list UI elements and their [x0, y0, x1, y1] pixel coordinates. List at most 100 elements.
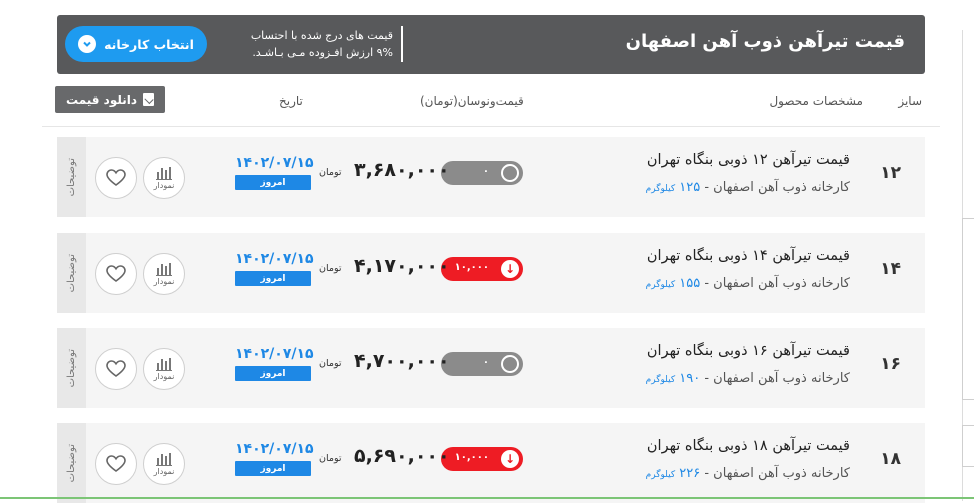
- row-weight-unit: کیلوگرم: [645, 470, 676, 480]
- chevron-down-icon: [78, 35, 97, 53]
- row-weight: ۲۲۶: [679, 466, 701, 481]
- row-price: ۵,۶۹۰,۰۰۰: [354, 445, 450, 467]
- circle-icon: [501, 355, 519, 373]
- row-weight-unit: کیلوگرم: [645, 375, 676, 385]
- favorite-button[interactable]: [95, 157, 137, 199]
- circle-icon: [501, 164, 519, 182]
- bottom-accent-line: [0, 497, 974, 499]
- row-title-link[interactable]: قیمت تیرآهن ۱۴ ذوبی بنگاه تهران: [647, 248, 850, 264]
- row-currency: تومان: [319, 167, 342, 178]
- table-row: ۱۲ قیمت تیرآهن ۱۲ ذوبی بنگاه تهران کارخا…: [57, 137, 925, 217]
- description-label: توضیحات: [66, 348, 77, 388]
- table-row: ۱۴ قیمت تیرآهن ۱۴ ذوبی بنگاه تهران کارخا…: [57, 233, 925, 313]
- row-weight-unit: کیلوگرم: [645, 280, 676, 290]
- bar-chart-icon: [156, 263, 172, 276]
- bar-chart-icon: [156, 453, 172, 466]
- download-label: دانلود قیمت: [65, 92, 138, 107]
- row-price: ۳,۶۸۰,۰۰۰: [354, 159, 450, 181]
- price-change-badge: ۱۰,۰۰۰ ↓: [441, 257, 523, 281]
- today-badge: امروز: [235, 461, 311, 476]
- row-price: ۴,۱۷۰,۰۰۰: [354, 255, 450, 277]
- col-size: سایز: [898, 94, 922, 108]
- today-badge: امروز: [235, 175, 311, 190]
- heart-icon: [106, 265, 126, 282]
- bar-chart-icon: [156, 358, 172, 371]
- side-widget-small: [962, 425, 974, 467]
- table-row: ۱۸ قیمت تیرآهن ۱۸ ذوبی بنگاه تهران کارخا…: [57, 423, 925, 503]
- description-toggle[interactable]: توضیحات: [57, 328, 86, 408]
- description-label: توضیحات: [66, 253, 77, 293]
- row-subtitle: کارخانه ذوب آهن اصفهان - ۱۵۵ کیلوگرم: [646, 276, 850, 291]
- row-weight: ۱۹۰: [679, 371, 701, 386]
- heart-icon: [106, 455, 126, 472]
- vat-note-line1: قیمت های درج شده با احتساب: [250, 29, 393, 42]
- row-factory: کارخانه ذوب آهن اصفهان -: [704, 371, 850, 386]
- row-title-link[interactable]: قیمت تیرآهن ۱۲ ذوبی بنگاه تهران: [647, 152, 850, 168]
- row-size: ۱۸: [880, 449, 901, 469]
- col-price: قیمت‌ونوسان(تومان): [420, 94, 524, 108]
- side-widget: [962, 218, 974, 400]
- today-badge: امروز: [235, 366, 311, 381]
- select-factory-label: انتخاب کارخانه: [104, 36, 194, 52]
- row-size: ۱۴: [880, 259, 901, 279]
- row-currency: تومان: [319, 358, 342, 369]
- price-change-value: ۱۰,۰۰۰: [454, 452, 489, 463]
- favorite-button[interactable]: [95, 348, 137, 390]
- price-change-value: ۰: [482, 166, 489, 177]
- row-currency: تومان: [319, 263, 342, 274]
- download-price-button[interactable]: دانلود قیمت: [55, 86, 165, 113]
- chart-button[interactable]: نمودار: [143, 443, 185, 485]
- chart-button[interactable]: نمودار: [143, 157, 185, 199]
- chart-button[interactable]: نمودار: [143, 253, 185, 295]
- row-size: ۱۲: [880, 163, 901, 183]
- header-divider-line: [42, 126, 940, 127]
- col-date: تاریخ: [279, 94, 303, 108]
- heart-icon: [106, 169, 126, 186]
- arrow-down-icon: ↓: [501, 260, 519, 278]
- chart-label: نمودار: [153, 181, 175, 190]
- row-weight: ۱۵۵: [679, 276, 701, 291]
- description-toggle[interactable]: توضیحات: [57, 137, 86, 217]
- row-date: ۱۴۰۲/۰۷/۱۵: [235, 441, 314, 457]
- header-divider: [401, 26, 403, 62]
- row-subtitle: کارخانه ذوب آهن اصفهان - ۲۲۶ کیلوگرم: [646, 466, 850, 481]
- row-price: ۴,۷۰۰,۰۰۰: [354, 350, 450, 372]
- row-subtitle: کارخانه ذوب آهن اصفهان - ۱۹۰ کیلوگرم: [646, 371, 850, 386]
- row-factory: کارخانه ذوب آهن اصفهان -: [704, 466, 850, 481]
- today-badge: امروز: [235, 271, 311, 286]
- download-icon: [143, 93, 155, 106]
- row-title-link[interactable]: قیمت تیرآهن ۱۸ ذوبی بنگاه تهران: [647, 438, 850, 454]
- description-toggle[interactable]: توضیحات: [57, 423, 86, 503]
- price-change-badge: ۱۰,۰۰۰ ↓: [441, 447, 523, 471]
- price-change-value: ۱۰,۰۰۰: [454, 262, 489, 273]
- price-change-badge: ۰: [441, 352, 523, 376]
- description-label: توضیحات: [66, 157, 77, 197]
- heart-icon: [106, 360, 126, 377]
- row-weight: ۱۲۵: [679, 180, 701, 195]
- page-title: قیمت تیرآهن ذوب آهن اصفهان: [625, 31, 905, 52]
- page-header: قیمت تیرآهن ذوب آهن اصفهان قیمت های درج …: [57, 15, 925, 74]
- price-change-badge: ۰: [441, 161, 523, 185]
- table-row: ۱۶ قیمت تیرآهن ۱۶ ذوبی بنگاه تهران کارخا…: [57, 328, 925, 408]
- favorite-button[interactable]: [95, 253, 137, 295]
- row-date: ۱۴۰۲/۰۷/۱۵: [235, 251, 314, 267]
- chart-label: نمودار: [153, 372, 175, 381]
- arrow-down-icon: ↓: [501, 450, 519, 468]
- row-date: ۱۴۰۲/۰۷/۱۵: [235, 346, 314, 362]
- select-factory-button[interactable]: انتخاب کارخانه: [65, 26, 207, 62]
- row-title-link[interactable]: قیمت تیرآهن ۱۶ ذوبی بنگاه تهران: [647, 343, 850, 359]
- row-date: ۱۴۰۲/۰۷/۱۵: [235, 155, 314, 171]
- chart-button[interactable]: نمودار: [143, 348, 185, 390]
- row-size: ۱۶: [880, 354, 901, 374]
- row-factory: کارخانه ذوب آهن اصفهان -: [704, 276, 850, 291]
- vat-note: قیمت های درج شده با احتساب ۹% ارزش افـزو…: [233, 27, 393, 61]
- row-factory: کارخانه ذوب آهن اصفهان -: [704, 180, 850, 195]
- description-toggle[interactable]: توضیحات: [57, 233, 86, 313]
- price-change-value: ۰: [482, 357, 489, 368]
- favorite-button[interactable]: [95, 443, 137, 485]
- description-label: توضیحات: [66, 443, 77, 483]
- row-currency: تومان: [319, 453, 342, 464]
- col-spec: مشخصات محصول: [769, 94, 863, 108]
- chart-label: نمودار: [153, 467, 175, 476]
- row-weight-unit: کیلوگرم: [645, 184, 676, 194]
